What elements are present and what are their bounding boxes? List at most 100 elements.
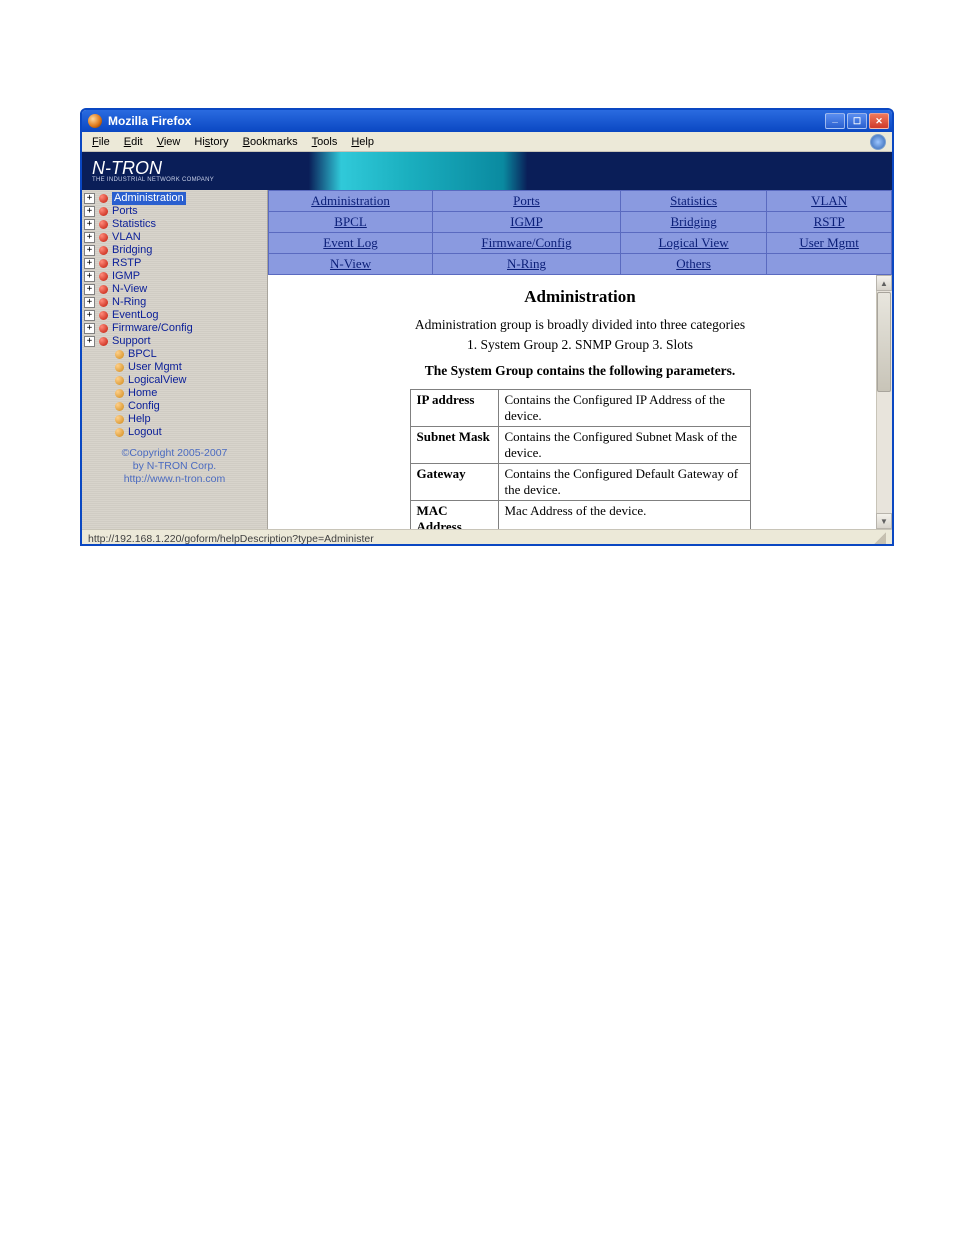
sidebar-item-bpcl[interactable]: +BPCL: [84, 348, 267, 361]
expand-icon[interactable]: +: [84, 271, 95, 282]
tab-bridging[interactable]: Bridging: [670, 214, 716, 229]
bullet-icon: [99, 259, 108, 268]
sidebar-item-label[interactable]: Help: [128, 413, 151, 426]
params-table: IP addressContains the Configured IP Add…: [410, 389, 751, 529]
scroll-up-button[interactable]: ▲: [876, 275, 892, 291]
param-value: Contains the Configured Default Gateway …: [498, 464, 750, 501]
tab-n-view[interactable]: N-View: [330, 256, 371, 271]
menu-help[interactable]: Help: [345, 134, 380, 150]
tab-statistics[interactable]: Statistics: [670, 193, 717, 208]
menu-tools[interactable]: Tools: [306, 134, 344, 150]
tab-n-ring[interactable]: N-Ring: [507, 256, 546, 271]
sidebar-item-help[interactable]: +Help: [84, 413, 267, 426]
sidebar-item-n-view[interactable]: + N-View: [84, 283, 267, 296]
sidebar-item-config[interactable]: +Config: [84, 400, 267, 413]
sidebar-item-label[interactable]: EventLog: [112, 309, 158, 322]
scroll-thumb[interactable]: [877, 292, 891, 392]
sidebar-item-home[interactable]: +Home: [84, 387, 267, 400]
bullet-icon: [99, 194, 108, 203]
bullet-icon: [99, 285, 108, 294]
bullet-icon: [99, 207, 108, 216]
sidebar-item-label[interactable]: Home: [128, 387, 157, 400]
sidebar-item-label[interactable]: VLAN: [112, 231, 141, 244]
tab-event-log[interactable]: Event Log: [323, 235, 378, 250]
expand-icon[interactable]: +: [84, 206, 95, 217]
sidebar-item-user-mgmt[interactable]: +User Mgmt: [84, 361, 267, 374]
tab-rstp[interactable]: RSTP: [814, 214, 845, 229]
scrollbar[interactable]: ▲ ▼: [876, 275, 892, 529]
sidebar-item-label[interactable]: RSTP: [112, 257, 141, 270]
tab-logical-view[interactable]: Logical View: [659, 235, 729, 250]
menu-edit[interactable]: Edit: [118, 134, 149, 150]
sidebar-item-administration[interactable]: + Administration: [84, 192, 267, 205]
maximize-button[interactable]: [847, 113, 867, 129]
sidebar-item-n-ring[interactable]: + N-Ring: [84, 296, 267, 309]
tab-vlan[interactable]: VLAN: [811, 193, 847, 208]
expand-icon[interactable]: +: [84, 258, 95, 269]
resize-grip-icon[interactable]: [872, 532, 886, 546]
bullet-icon: [99, 220, 108, 229]
expand-icon[interactable]: +: [84, 297, 95, 308]
tab-others[interactable]: Others: [676, 256, 711, 271]
table-row: Subnet MaskContains the Configured Subne…: [410, 427, 750, 464]
menu-view[interactable]: View: [151, 134, 187, 150]
menu-history[interactable]: History: [188, 134, 234, 150]
sidebar-item-support[interactable]: + Support: [84, 335, 267, 348]
sidebar-item-label[interactable]: N-Ring: [112, 296, 146, 309]
titlebar[interactable]: Mozilla Firefox: [82, 110, 892, 132]
statusbar: http://192.168.1.220/goform/helpDescript…: [82, 529, 892, 546]
tab-igmp[interactable]: IGMP: [510, 214, 543, 229]
tab-administration[interactable]: Administration: [311, 193, 390, 208]
sidebar-item-label[interactable]: Logout: [128, 426, 162, 439]
content-pane: ▲ ▼ Administration Administration group …: [268, 275, 892, 529]
sidebar-item-statistics[interactable]: + Statistics: [84, 218, 267, 231]
tab-user-mgmt[interactable]: User Mgmt: [799, 235, 859, 250]
expand-icon[interactable]: +: [84, 310, 95, 321]
expand-icon[interactable]: +: [84, 336, 95, 347]
bullet-icon: [99, 337, 108, 346]
menu-file[interactable]: File: [86, 134, 116, 150]
param-value: Contains the Configured IP Address of th…: [498, 390, 750, 427]
sidebar-item-label[interactable]: IGMP: [112, 270, 140, 283]
bullet-icon: [115, 350, 124, 359]
sidebar-item-label[interactable]: Administration: [112, 192, 186, 205]
sidebar-item-label[interactable]: Config: [128, 400, 160, 413]
sidebar-item-ports[interactable]: + Ports: [84, 205, 267, 218]
sidebar-item-eventlog[interactable]: + EventLog: [84, 309, 267, 322]
window-title: Mozilla Firefox: [108, 114, 191, 128]
sidebar-item-label[interactable]: Firmware/Config: [112, 322, 193, 335]
sidebar-item-label[interactable]: LogicalView: [128, 374, 187, 387]
page-categories: 1. System Group 2. SNMP Group 3. Slots: [294, 337, 866, 353]
expand-icon[interactable]: +: [84, 323, 95, 334]
sidebar-item-logout[interactable]: +Logout: [84, 426, 267, 439]
tab-bpcl[interactable]: BPCL: [334, 214, 367, 229]
expand-icon[interactable]: +: [84, 284, 95, 295]
menu-bookmarks[interactable]: Bookmarks: [237, 134, 304, 150]
expand-icon[interactable]: +: [84, 219, 95, 230]
param-key: Gateway: [410, 464, 498, 501]
copyright-link[interactable]: http://www.n-tron.com: [124, 473, 226, 485]
tab-ports[interactable]: Ports: [513, 193, 540, 208]
sidebar-item-logicalview[interactable]: +LogicalView: [84, 374, 267, 387]
sidebar-item-label[interactable]: Statistics: [112, 218, 156, 231]
sidebar-item-bridging[interactable]: + Bridging: [84, 244, 267, 257]
param-value: Contains the Configured Subnet Mask of t…: [498, 427, 750, 464]
sidebar-item-label[interactable]: N-View: [112, 283, 147, 296]
sidebar-item-igmp[interactable]: + IGMP: [84, 270, 267, 283]
tab-firmware-config[interactable]: Firmware/Config: [481, 235, 571, 250]
close-button[interactable]: [869, 113, 889, 129]
minimize-button[interactable]: [825, 113, 845, 129]
scroll-down-button[interactable]: ▼: [876, 513, 892, 529]
sidebar-item-rstp[interactable]: + RSTP: [84, 257, 267, 270]
sidebar-item-vlan[interactable]: + VLAN: [84, 231, 267, 244]
expand-icon[interactable]: +: [84, 232, 95, 243]
sidebar-item-firmware-config[interactable]: + Firmware/Config: [84, 322, 267, 335]
sidebar-item-label[interactable]: Support: [112, 335, 151, 348]
sidebar-item-label[interactable]: Ports: [112, 205, 138, 218]
sidebar-item-label[interactable]: Bridging: [112, 244, 152, 257]
expand-icon[interactable]: +: [84, 245, 95, 256]
menubar: File Edit View History Bookmarks Tools H…: [82, 132, 892, 152]
expand-icon[interactable]: +: [84, 193, 95, 204]
sidebar-item-label[interactable]: BPCL: [128, 348, 157, 361]
sidebar-item-label[interactable]: User Mgmt: [128, 361, 182, 374]
